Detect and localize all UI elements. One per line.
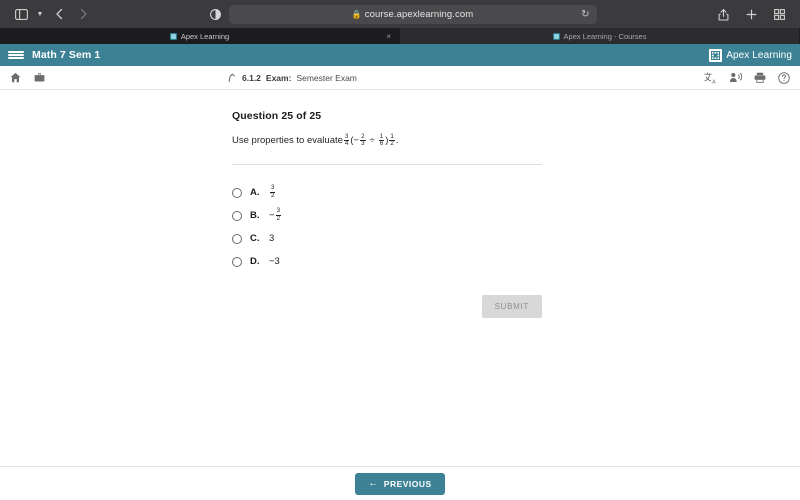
fraction-denominator: 6: [378, 140, 385, 147]
previous-button[interactable]: ← PREVIOUS: [355, 472, 445, 495]
navigation-footer: ← PREVIOUS: [0, 466, 800, 500]
fraction-three-halves: 3 2: [270, 184, 276, 199]
option-value: 3: [269, 233, 275, 244]
question-panel: Question 25 of 25 Use properties to eval…: [232, 110, 542, 318]
option-letter: C.: [250, 233, 260, 244]
option-value: 3 2: [269, 184, 276, 200]
answer-option-b[interactable]: B. − 3 2: [232, 204, 542, 227]
fraction-denominator: 2: [270, 191, 276, 199]
course-menu-icon[interactable]: [8, 51, 24, 59]
app-header: Math 7 Sem 1 Apex Learning: [0, 44, 800, 66]
section-divider: [232, 164, 542, 165]
page-title: Math 7 Sem 1: [32, 49, 101, 61]
stem-suffix: .: [395, 135, 399, 147]
answer-option-c[interactable]: C. 3: [232, 227, 542, 250]
lock-icon: 🔒: [351, 9, 362, 19]
close-icon[interactable]: ×: [386, 32, 391, 41]
url-bar[interactable]: 🔒 course.apexlearning.com ↻: [228, 4, 597, 24]
question-stem: Use properties to evaluate 3 4 ( − 2 3 ÷…: [232, 133, 542, 148]
breadcrumb-type: Exam:: [265, 72, 292, 83]
share-icon[interactable]: [712, 4, 734, 24]
fraction-negative-three-halves: 3 2: [275, 207, 282, 222]
option-value: − 3 2: [269, 207, 282, 223]
print-icon[interactable]: [754, 72, 766, 83]
fraction-one-sixth: 1 6: [378, 133, 385, 148]
fraction-denominator: 3: [360, 140, 366, 147]
favicon-icon: [169, 32, 177, 40]
submit-row: SUBMIT: [232, 295, 542, 318]
read-aloud-icon[interactable]: [729, 72, 742, 83]
url-text-group: 🔒 course.apexlearning.com: [236, 9, 590, 20]
radio-button[interactable]: [232, 210, 242, 221]
browser-nav-controls: ▼: [10, 4, 94, 24]
lesson-toolbar-right: A: [704, 71, 790, 84]
lesson-toolbar-left: [10, 72, 45, 83]
new-tab-icon[interactable]: [740, 4, 762, 24]
lesson-toolbar: 6.1.2 Exam: Semester Exam A: [0, 66, 800, 90]
option-letter: B.: [250, 210, 260, 221]
answer-option-d[interactable]: D. −3: [232, 250, 542, 273]
tab-strip: Apex Learning × Apex Learning - Courses: [0, 28, 800, 44]
question-content: Question 25 of 25 Use properties to eval…: [0, 90, 800, 462]
reload-icon[interactable]: ↻: [581, 9, 589, 20]
fraction-two-thirds: 2 3: [360, 133, 366, 148]
fraction-three-fourths: 3 4: [343, 133, 350, 148]
fraction-one-half: 1 2: [389, 133, 395, 148]
collapse-up-icon[interactable]: [228, 73, 237, 83]
back-button[interactable]: [48, 4, 70, 24]
privacy-report-icon[interactable]: [209, 8, 221, 20]
browser-toolbar: ▼ 🔒 course.apexlearning.com ↻: [0, 0, 800, 28]
home-icon[interactable]: [10, 72, 21, 83]
minus-sign: −: [353, 135, 360, 147]
forward-button[interactable]: [72, 4, 94, 24]
radio-button[interactable]: [232, 233, 242, 244]
question-heading: Question 25 of 25: [232, 110, 322, 122]
breadcrumb-number: 6.1.2: [242, 72, 261, 83]
answer-option-a[interactable]: A. 3 2: [232, 181, 542, 204]
briefcase-icon[interactable]: [34, 72, 45, 83]
svg-text:A: A: [712, 79, 716, 84]
tab-overview-icon[interactable]: [768, 4, 790, 24]
tab-title: Apex Learning: [180, 31, 230, 41]
address-bar-area: 🔒 course.apexlearning.com ↻: [94, 4, 712, 24]
chevron-down-icon[interactable]: ▼: [34, 11, 46, 18]
apex-mark-icon: [709, 48, 723, 62]
help-icon[interactable]: [778, 71, 790, 84]
translate-icon[interactable]: A: [704, 72, 717, 84]
tab-title: Apex Learning - Courses: [563, 31, 647, 41]
browser-tab-apex-learning-courses[interactable]: Apex Learning - Courses: [400, 28, 800, 44]
stem-prefix: Use properties to evaluate: [232, 135, 343, 147]
option-value: −3: [269, 256, 280, 267]
radio-button[interactable]: [232, 187, 242, 198]
arrow-left-icon: ←: [368, 477, 379, 489]
fraction-denominator: 2: [275, 214, 282, 222]
brand-name: Apex Learning: [726, 49, 792, 61]
fraction-denominator: 2: [389, 140, 395, 147]
breadcrumb: 6.1.2 Exam: Semester Exam: [228, 73, 357, 83]
previous-button-label: PREVIOUS: [383, 478, 432, 489]
answer-options: A. 3 2 B. − 3 2 C. 3 D. −3: [232, 181, 542, 273]
favicon-icon: [552, 32, 560, 40]
brand-logo: Apex Learning: [709, 48, 792, 62]
breadcrumb-title: Semester Exam: [296, 72, 357, 83]
browser-actions: [712, 4, 790, 24]
option-letter: A.: [250, 187, 260, 198]
fraction-denominator: 4: [343, 140, 350, 147]
close-paren: ): [385, 135, 389, 147]
browser-tab-apex-learning[interactable]: Apex Learning ×: [0, 28, 400, 44]
submit-button[interactable]: SUBMIT: [481, 295, 542, 318]
radio-button[interactable]: [232, 256, 242, 267]
option-letter: D.: [250, 256, 260, 267]
divide-sign: ÷: [369, 135, 375, 147]
url-text: course.apexlearning.com: [364, 8, 474, 20]
sidebar-toggle-icon[interactable]: [10, 4, 32, 24]
option-sign: −: [269, 210, 275, 221]
